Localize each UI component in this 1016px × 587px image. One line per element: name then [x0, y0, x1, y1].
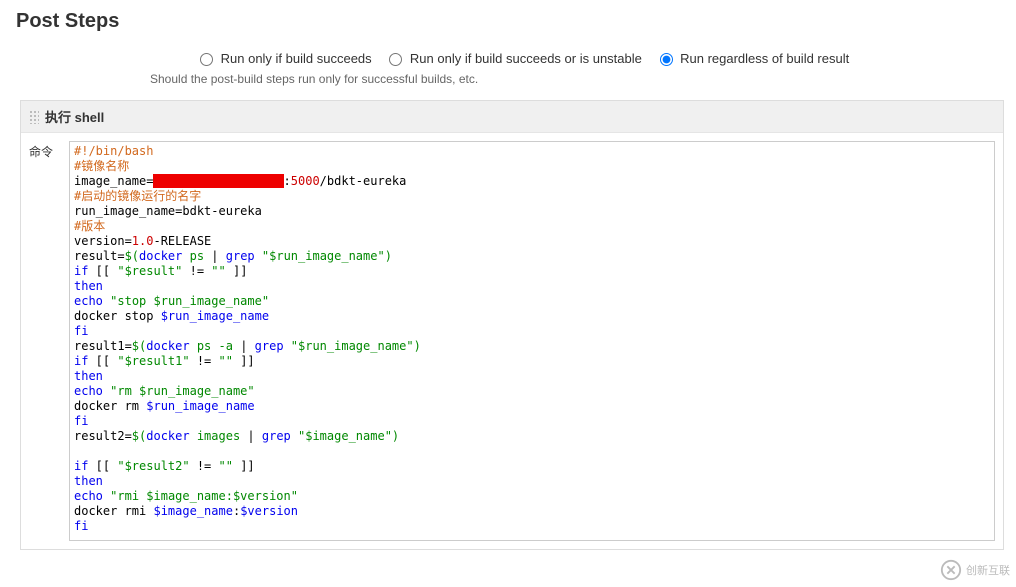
help-text: Should the post-build steps run only for…	[0, 66, 1016, 100]
radio-succeeds-input[interactable]	[200, 53, 213, 66]
radio-unstable-label: Run only if build succeeds or is unstabl…	[410, 51, 642, 66]
build-step-title-bar: 执行 shell	[21, 101, 1003, 133]
logo-icon	[940, 559, 962, 581]
watermark-text: 创新互联	[966, 562, 1010, 578]
build-step-title: 执行 shell	[45, 107, 104, 126]
drag-handle-icon[interactable]	[29, 110, 39, 124]
radio-regardless-label: Run regardless of build result	[680, 51, 849, 66]
radio-unstable-input[interactable]	[389, 53, 402, 66]
build-step-container: 执行 shell 命令 #!/bin/bash #镜像名称 image_name…	[20, 100, 1004, 550]
command-label: 命令	[29, 141, 69, 541]
radio-regardless-input[interactable]	[660, 53, 673, 66]
section-heading: Post Steps	[0, 0, 1016, 39]
watermark-logo: 创新互联	[940, 559, 1010, 581]
radio-succeeds-label: Run only if build succeeds	[221, 51, 372, 66]
radio-unstable[interactable]: Run only if build succeeds or is unstabl…	[389, 51, 645, 66]
shell-command-textarea[interactable]: #!/bin/bash #镜像名称 image_name=XXXXXXXXXXX…	[69, 141, 995, 541]
radio-regardless[interactable]: Run regardless of build result	[660, 51, 850, 66]
radio-succeeds[interactable]: Run only if build succeeds	[200, 51, 375, 66]
build-step-body: 命令 #!/bin/bash #镜像名称 image_name=XXXXXXXX…	[21, 133, 1003, 549]
post-steps-radio-group: Run only if build succeeds Run only if b…	[0, 39, 1016, 66]
